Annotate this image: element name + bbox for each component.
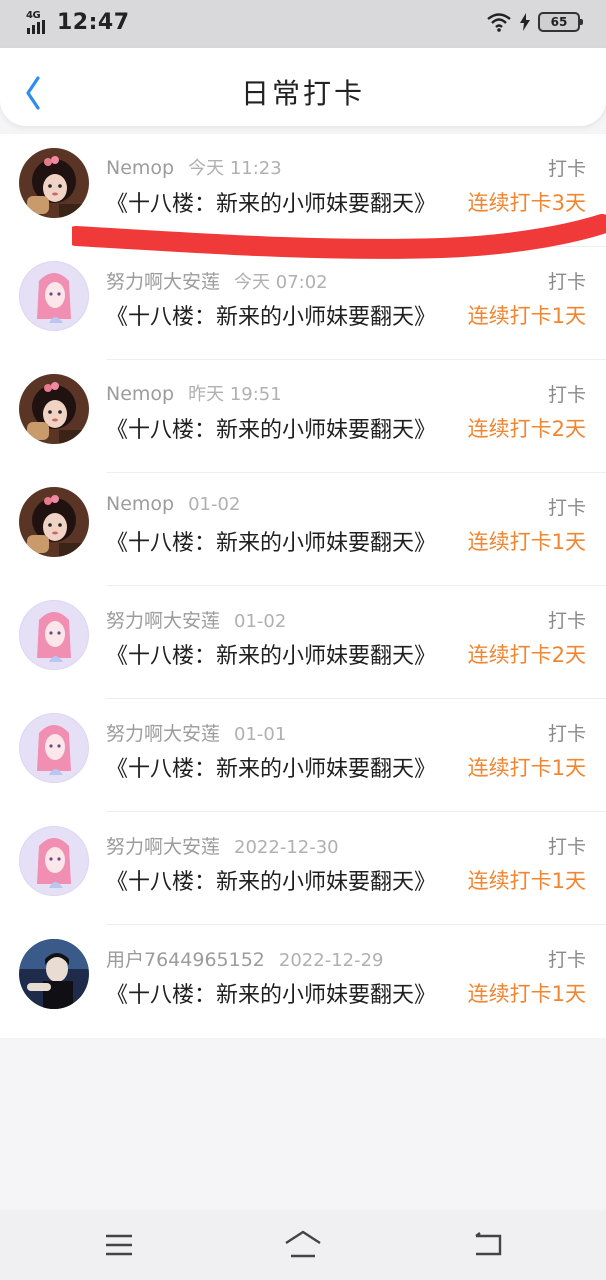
- username[interactable]: 用户7644965152: [106, 949, 265, 971]
- book-title[interactable]: 《十八楼：新来的小师妹要翻天》: [106, 864, 436, 896]
- checkin-time: 今天 11:23: [188, 158, 282, 179]
- checkin-meta: 用户7644965152 2022-12-29: [106, 945, 384, 972]
- book-title[interactable]: 《十八楼：新来的小师妹要翻天》: [106, 412, 436, 444]
- checkin-time: 01-01: [234, 724, 287, 745]
- avatar[interactable]: [19, 148, 89, 218]
- avatar[interactable]: [19, 600, 89, 670]
- checkin-action-label: 打卡: [547, 271, 586, 293]
- system-nav-bar: [0, 1210, 606, 1280]
- streak-count: 连续打卡1天: [467, 530, 586, 554]
- checkin-time: 01-02: [234, 611, 287, 632]
- checkin-meta: 努力啊大安莲 2022-12-30: [106, 832, 339, 859]
- streak-count: 连续打卡2天: [467, 643, 586, 667]
- checkin-time: 2022-12-29: [278, 950, 384, 971]
- checkin-action-label: 打卡: [547, 158, 586, 180]
- book-title[interactable]: 《十八楼：新来的小师妹要翻天》: [106, 977, 436, 1009]
- username[interactable]: 努力啊大安莲: [106, 836, 220, 858]
- checkin-row[interactable]: 用户7644965152 2022-12-29 《十八楼：新来的小师妹要翻天》 打卡连…: [0, 925, 606, 1038]
- checkin-action-label: 打卡: [547, 497, 586, 519]
- checkin-meta: Nemop 01-02: [106, 493, 240, 515]
- book-title[interactable]: 《十八楼：新来的小师妹要翻天》: [106, 299, 436, 331]
- checkin-row[interactable]: Nemop 今天 11:23 《十八楼：新来的小师妹要翻天》 打卡连续打卡3天: [0, 134, 606, 247]
- book-title[interactable]: 《十八楼：新来的小师妹要翻天》: [106, 751, 436, 783]
- page-title: 日常打卡: [240, 77, 365, 110]
- checkin-time: 今天 07:02: [234, 272, 328, 293]
- charging-icon: [520, 13, 530, 31]
- status-bar: 4G 12:47 65: [0, 0, 606, 48]
- book-title[interactable]: 《十八楼：新来的小师妹要翻天》: [106, 525, 436, 557]
- checkin-time: 01-02: [188, 494, 241, 515]
- checkin-time: 2022-12-30: [234, 837, 339, 858]
- avatar[interactable]: [19, 487, 89, 557]
- checkin-action-label: 打卡: [547, 610, 586, 632]
- checkin-row[interactable]: Nemop 01-02 《十八楼：新来的小师妹要翻天》 打卡连续打卡1天: [0, 473, 606, 586]
- checkin-row[interactable]: 努力啊大安莲 2022-12-30 《十八楼：新来的小师妹要翻天》 打卡连续打卡1天: [0, 812, 606, 925]
- checkin-meta: 努力啊大安莲 01-01: [106, 719, 286, 746]
- checkin-action-label: 打卡: [547, 384, 586, 406]
- checkin-time: 昨天 19:51: [188, 384, 282, 405]
- back-nav-button[interactable]: [468, 1228, 508, 1262]
- checkin-row[interactable]: 努力啊大安莲 01-01 《十八楼：新来的小师妹要翻天》 打卡连续打卡1天: [0, 699, 606, 812]
- battery-level: 65: [550, 15, 568, 29]
- wifi-icon: [487, 13, 511, 32]
- streak-count: 连续打卡1天: [467, 982, 586, 1006]
- checkin-action-label: 打卡: [547, 836, 586, 858]
- checkin-meta: 努力啊大安莲 01-02: [106, 606, 286, 633]
- username[interactable]: 努力啊大安莲: [106, 271, 220, 293]
- menu-icon: [106, 1234, 132, 1256]
- clock: 12:47: [57, 10, 130, 35]
- username[interactable]: 努力啊大安莲: [106, 610, 220, 632]
- book-title[interactable]: 《十八楼：新来的小师妹要翻天》: [106, 638, 436, 670]
- checkin-row[interactable]: 努力啊大安莲 01-02 《十八楼：新来的小师妹要翻天》 打卡连续打卡2天: [0, 586, 606, 699]
- checkin-meta: Nemop 昨天 19:51: [106, 380, 282, 406]
- streak-count: 连续打卡2天: [467, 417, 586, 441]
- checkin-row[interactable]: 努力啊大安莲 今天 07:02 《十八楼：新来的小师妹要翻天》 打卡连续打卡1天: [0, 247, 606, 360]
- username[interactable]: 努力啊大安莲: [106, 723, 220, 745]
- streak-count: 连续打卡3天: [467, 191, 586, 215]
- streak-count: 连续打卡1天: [467, 869, 586, 893]
- back-icon: [475, 1232, 502, 1256]
- username[interactable]: Nemop: [106, 383, 174, 405]
- checkin-row[interactable]: Nemop 昨天 19:51 《十八楼：新来的小师妹要翻天》 打卡连续打卡2天: [0, 360, 606, 473]
- menu-button[interactable]: [99, 1228, 139, 1262]
- checkin-action-label: 打卡: [547, 723, 586, 745]
- battery-icon: 65: [538, 12, 583, 32]
- home-button[interactable]: [283, 1228, 323, 1262]
- home-icon: [285, 1230, 321, 1258]
- streak-count: 连续打卡1天: [467, 304, 586, 328]
- header: 日常打卡: [0, 48, 606, 126]
- checkin-meta: 努力啊大安莲 今天 07:02: [106, 267, 328, 294]
- avatar[interactable]: [19, 261, 89, 331]
- username[interactable]: Nemop: [106, 493, 174, 515]
- checkin-meta: Nemop 今天 11:23: [106, 154, 282, 180]
- username[interactable]: Nemop: [106, 157, 174, 179]
- avatar[interactable]: [19, 939, 89, 1009]
- avatar[interactable]: [19, 374, 89, 444]
- avatar[interactable]: [19, 826, 89, 896]
- avatar[interactable]: [19, 713, 89, 783]
- checkin-action-label: 打卡: [547, 949, 586, 971]
- signal-icon: 4G: [26, 10, 50, 34]
- book-title[interactable]: 《十八楼：新来的小师妹要翻天》: [106, 186, 436, 218]
- checkin-list: Nemop 今天 11:23 《十八楼：新来的小师妹要翻天》 打卡 连续打卡3天 努力啊大…: [0, 134, 606, 1038]
- streak-count: 连续打卡1天: [467, 756, 586, 780]
